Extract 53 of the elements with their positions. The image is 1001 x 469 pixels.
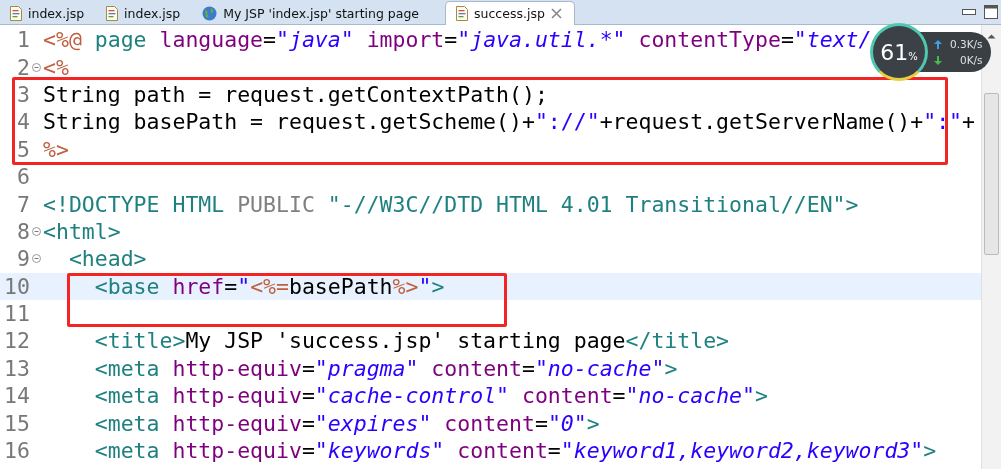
line-number: 11: [3, 301, 30, 327]
download-speed: 0K/s: [960, 54, 983, 66]
line-number: 6: [16, 164, 30, 190]
minimize-icon[interactable]: [962, 9, 976, 15]
line-number: 15: [3, 410, 30, 436]
code-line: <!DOCTYPE HTML PUBLIC "-//W3C//DTD HTML 4.01 Transitional//EN">: [43, 191, 859, 217]
line-number: 7: [16, 191, 30, 217]
editor-tab[interactable]: My JSP 'index.jsp' starting page: [192, 2, 432, 24]
editor-tab[interactable]: index.jsp: [96, 2, 193, 24]
scroll-up-icon[interactable]: [987, 33, 996, 39]
memory-gauge[interactable]: 61%: [870, 23, 928, 81]
download-arrow-icon: [934, 55, 942, 65]
code-line: <title>My JSP 'success.jsp' starting page</title>: [93, 328, 730, 354]
file-icon: [10, 5, 22, 21]
maximize-icon[interactable]: [984, 5, 998, 19]
collapse-icon[interactable]: [32, 62, 41, 72]
line-number: 5: [16, 136, 30, 162]
file-icon: [106, 5, 119, 21]
line-number: 16: [3, 438, 30, 464]
scrollbar[interactable]: [981, 25, 1001, 469]
code-line: <base href="<%=basePath%>">: [93, 273, 445, 299]
code-line: <meta http-equiv="keywords" content="keyword1,keyword2,keyword3">: [93, 438, 937, 464]
code-line: <%@ page language="java" import="java.util.*" contentType="text/: [43, 27, 872, 53]
editor-tab[interactable]: index.jsp: [0, 2, 97, 24]
scroll-thumb[interactable]: [984, 93, 999, 255]
line-number: 14: [3, 383, 30, 409]
collapse-icon[interactable]: [32, 254, 41, 264]
code-line: <meta http-equiv="expires" content="0">: [93, 410, 600, 436]
line-number: 13: [3, 355, 30, 381]
percent-sign: %: [908, 50, 918, 62]
file-icon: [456, 6, 469, 21]
upload-speed: 0.3K/s: [950, 38, 983, 50]
code-line: %>: [43, 136, 69, 162]
code-line: String path = request.getContextPath();: [43, 81, 548, 107]
code-line: <meta http-equiv="cache-control" content="no-cache">: [93, 383, 768, 409]
code-line: <head>: [67, 246, 147, 272]
line-number: 10: [3, 273, 30, 299]
line-number: 2: [16, 54, 30, 80]
line-number: 12: [3, 328, 30, 354]
line-number: 1: [16, 27, 30, 53]
collapse-icon[interactable]: [32, 226, 41, 236]
line-number: 8: [16, 218, 30, 244]
globe-icon: [202, 5, 218, 21]
upload-arrow-icon: [934, 39, 942, 49]
percent-text: 61: [880, 39, 909, 65]
editor-tab[interactable]: success.jsp: [445, 1, 575, 25]
code-line: <%: [43, 54, 69, 80]
line-number: 3: [16, 81, 30, 107]
line-number: 9: [16, 246, 30, 272]
code-line: <meta http-equiv="pragma" content="no-cache">: [93, 355, 678, 381]
line-number: 4: [16, 109, 30, 135]
close-icon[interactable]: [550, 8, 562, 19]
code-line: <html>: [43, 218, 121, 244]
